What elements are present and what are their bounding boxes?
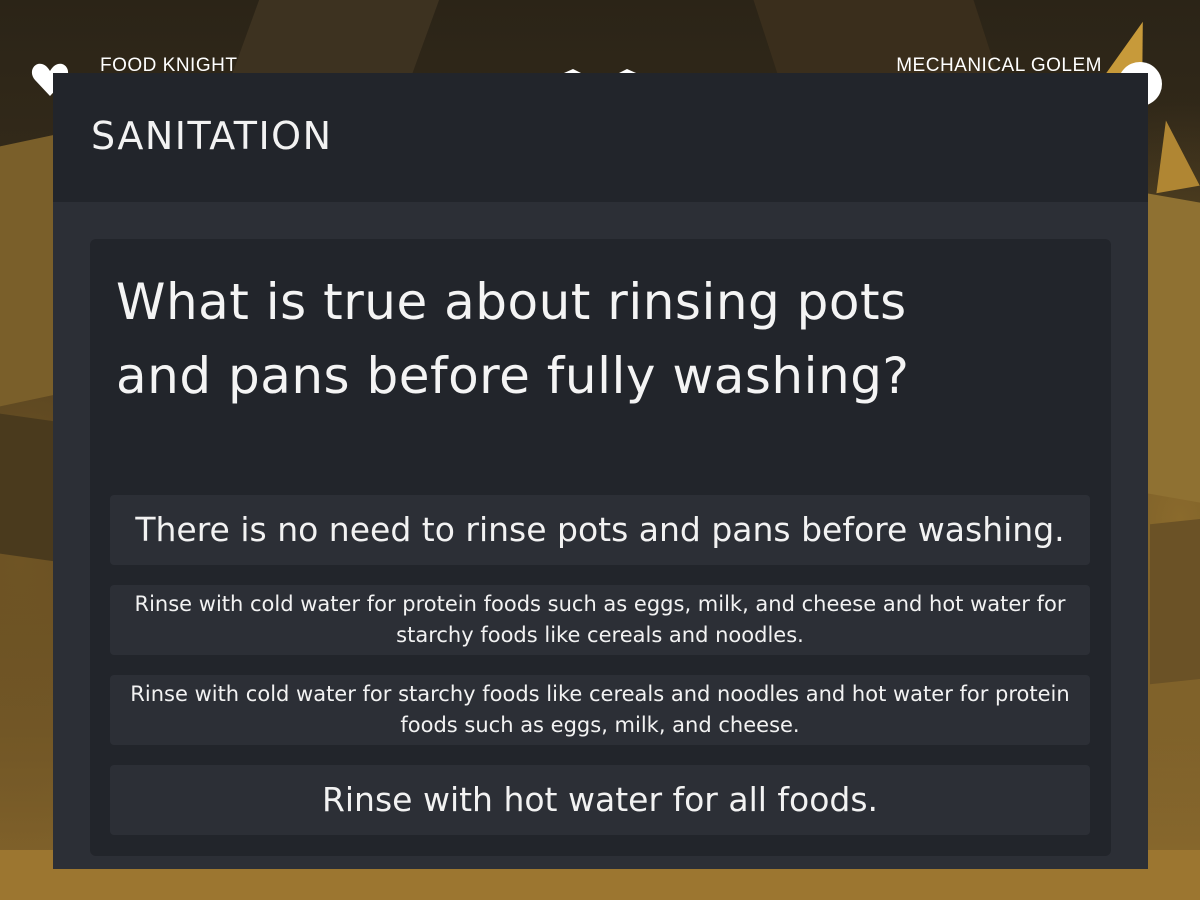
question-text: What is true about rinsing pots and pans…: [116, 273, 910, 405]
cave-rock: [1150, 515, 1200, 685]
cave-rock: [229, 0, 451, 80]
answer-option-2[interactable]: Rinse with cold water for protein foods …: [110, 585, 1090, 655]
answer-option-4[interactable]: Rinse with hot water for all foods.: [110, 765, 1090, 835]
question-card: What is true about rinsing pots and pans…: [90, 239, 1111, 856]
quiz-modal: SANITATION What is true about rinsing po…: [53, 73, 1148, 869]
answer-option-3[interactable]: Rinse with cold water for starchy foods …: [110, 675, 1090, 745]
modal-title: SANITATION: [91, 114, 333, 158]
crystal: [1144, 116, 1200, 194]
modal-header: SANITATION: [53, 73, 1148, 202]
answer-option-1[interactable]: There is no need to rinse pots and pans …: [110, 495, 1090, 565]
